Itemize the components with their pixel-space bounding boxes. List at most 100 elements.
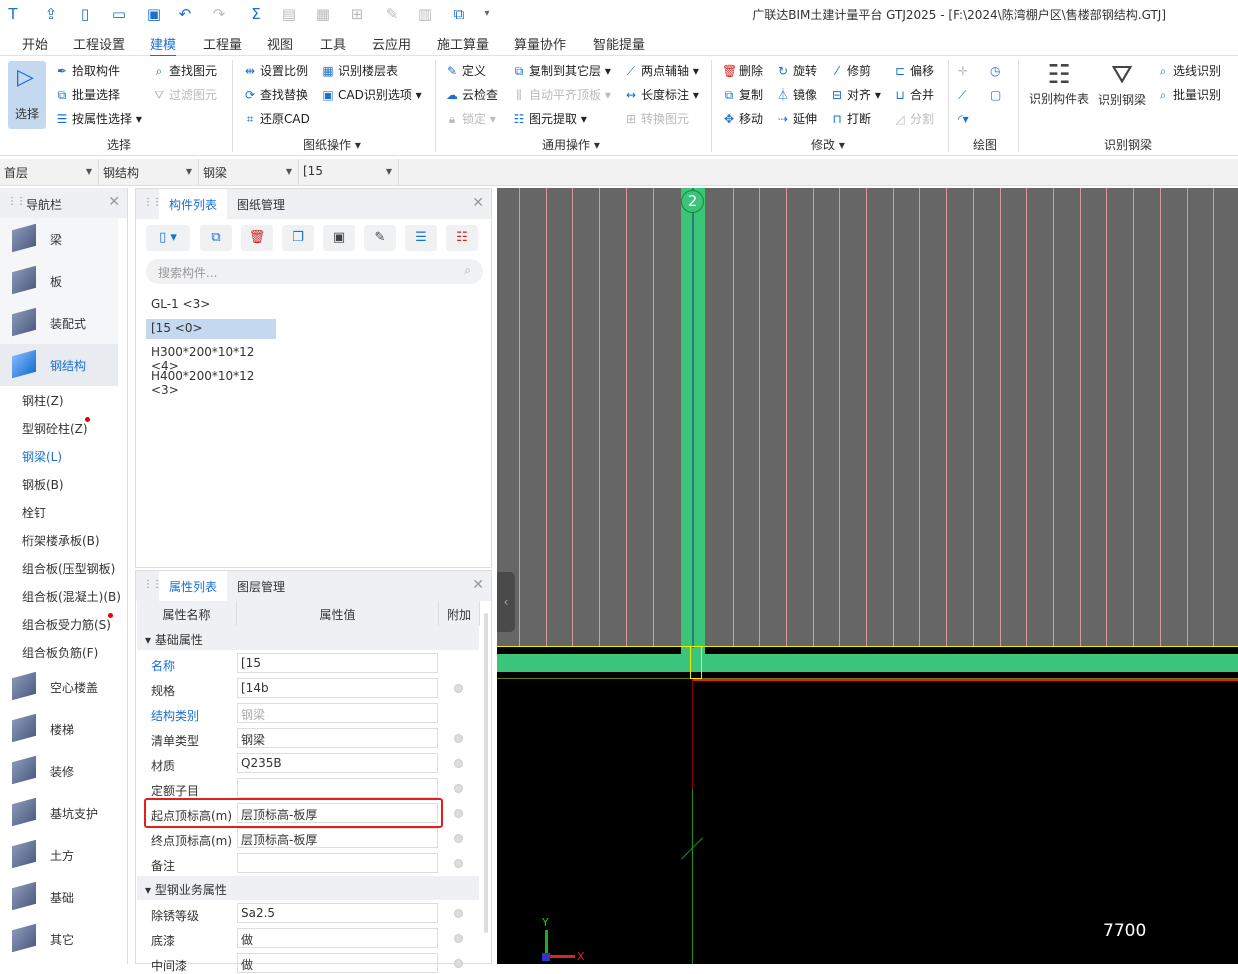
property-value-field[interactable]: [14b bbox=[237, 678, 438, 698]
tab-start[interactable]: 开始 bbox=[22, 34, 48, 53]
nav-subitem[interactable]: 组合板(压型钢板) bbox=[0, 554, 127, 582]
property-value-field[interactable]: 做 bbox=[237, 928, 438, 948]
select-button[interactable]: ▷ 选择 bbox=[8, 61, 46, 129]
cad-options-button[interactable]: ▣ CAD识别选项 ▾ bbox=[321, 87, 421, 103]
tab-collaboration[interactable]: 算量协作 bbox=[514, 34, 566, 53]
trim-button[interactable]: ⁄ 修剪 bbox=[830, 63, 871, 79]
identify-component-table-button[interactable]: ☷ 识别构件表 bbox=[1028, 60, 1090, 120]
nav-subitem[interactable]: 组合板受力筋(S) bbox=[0, 610, 127, 638]
property-value-field[interactable]: Q235B bbox=[237, 753, 438, 773]
identify-floor-table-button[interactable]: ▦ 识别楼层表 bbox=[321, 63, 398, 79]
tab-drawing-management[interactable]: 图纸管理 bbox=[227, 189, 295, 219]
nav-subitem[interactable]: 栓钉 bbox=[0, 498, 127, 526]
new-file-icon[interactable]: ▯ bbox=[76, 5, 94, 23]
extra-checkbox[interactable] bbox=[454, 759, 463, 768]
category-select[interactable]: 钢结构 ▼ bbox=[99, 159, 199, 185]
duplicate-button[interactable]: ❐ bbox=[282, 225, 314, 251]
nav-item[interactable]: 空心楼盖 bbox=[0, 666, 118, 708]
nav-subitem[interactable]: 钢梁(L) bbox=[0, 442, 127, 470]
more-icon[interactable]: ▾ bbox=[478, 5, 496, 23]
extra-checkbox[interactable] bbox=[454, 909, 463, 918]
property-value-field[interactable]: 钢梁 bbox=[237, 703, 438, 723]
move-button[interactable]: ✥ 移动 bbox=[722, 111, 763, 127]
save-template-button[interactable]: ▣ bbox=[323, 225, 355, 251]
redo-icon[interactable]: ↷ bbox=[210, 5, 228, 23]
undo-icon[interactable]: ↶ bbox=[176, 5, 194, 23]
tab-cloud[interactable]: 云应用 bbox=[372, 34, 411, 53]
section-header[interactable]: ▾ 基础属性 bbox=[137, 626, 479, 650]
select-line-identify-button[interactable]: ⌕ 选线识别 bbox=[1156, 63, 1221, 79]
tab-layer-management[interactable]: 图层管理 bbox=[227, 571, 295, 601]
point-icon[interactable]: ✛ bbox=[958, 63, 968, 79]
property-value-field[interactable]: Sa2.5 bbox=[237, 903, 438, 923]
list-item-selected[interactable]: [15 <0> bbox=[146, 319, 276, 339]
tab-component-list[interactable]: 构件列表 bbox=[159, 189, 228, 219]
extra-checkbox[interactable] bbox=[454, 834, 463, 843]
lock-button[interactable]: 🔒︎ 锁定 ▾ bbox=[445, 111, 496, 127]
close-icon[interactable]: ✕ bbox=[472, 195, 484, 211]
open-folder-icon[interactable]: ▭ bbox=[110, 5, 128, 23]
steel-beam-horizontal[interactable] bbox=[497, 654, 1238, 672]
two-point-axis-button[interactable]: ⟋ 两点辅轴 ▾ bbox=[624, 63, 699, 79]
convert-element-button[interactable]: ⊞ 转换图元 bbox=[624, 111, 689, 127]
list-item[interactable]: H400*200*10*12 <3> bbox=[146, 367, 276, 397]
align-button[interactable]: ⊟ 对齐 ▾ bbox=[830, 87, 881, 103]
tab-modeling[interactable]: 建模 bbox=[150, 34, 177, 57]
nav-item[interactable]: 楼梯 bbox=[0, 708, 118, 750]
save-icon[interactable]: ▣ bbox=[145, 5, 163, 23]
pen-icon[interactable]: ✎ bbox=[383, 5, 401, 23]
search-input[interactable]: 搜索构件... ⌕ bbox=[146, 259, 483, 284]
tab-construction[interactable]: 施工算量 bbox=[437, 34, 489, 53]
split-button[interactable]: ◿ 分割 bbox=[893, 111, 934, 127]
nav-item[interactable]: 梁 bbox=[0, 218, 118, 260]
property-value-field[interactable] bbox=[237, 853, 438, 873]
tab-project-settings[interactable]: 工程设置 bbox=[73, 34, 125, 53]
batch-identify-button[interactable]: ⌕ 批量识别 bbox=[1156, 87, 1221, 103]
type-select[interactable]: 钢梁 ▼ bbox=[199, 159, 299, 185]
tab-view[interactable]: 视图 bbox=[267, 34, 293, 53]
extra-checkbox[interactable] bbox=[454, 809, 463, 818]
set-scale-button[interactable]: ⇹ 设置比例 bbox=[243, 63, 308, 79]
copy-component-button[interactable]: ⧉ bbox=[200, 225, 232, 251]
table-icon[interactable]: ▦ bbox=[314, 5, 332, 23]
property-value-field[interactable]: 层顶标高-板厚 bbox=[237, 828, 438, 848]
define-button[interactable]: ✎ 定义 bbox=[445, 63, 486, 79]
extra-checkbox[interactable] bbox=[454, 859, 463, 868]
nav-item[interactable]: 板 bbox=[0, 260, 118, 302]
nav-subitem[interactable]: 桁架楼承板(B) bbox=[0, 526, 127, 554]
nav-item[interactable]: 装修 bbox=[0, 750, 118, 792]
section-header[interactable]: ▾ 型钢业务属性 bbox=[137, 876, 479, 900]
select-by-attribute-button[interactable]: ☰ 按属性选择 ▾ bbox=[55, 111, 142, 127]
scrollbar[interactable] bbox=[484, 613, 488, 933]
new-component-button[interactable]: ▯ ▾ bbox=[146, 225, 190, 251]
close-icon[interactable]: ✕ bbox=[472, 577, 484, 593]
break-button[interactable]: ⊓ 打断 bbox=[830, 111, 871, 127]
upload-icon[interactable]: ⇪ bbox=[42, 5, 60, 23]
cloud-check-button[interactable]: ☁ 云检查 bbox=[445, 87, 498, 103]
drag-handle-icon[interactable]: ⋮⋮ bbox=[7, 196, 26, 207]
nav-item[interactable]: 基坑支护 bbox=[0, 792, 118, 834]
component-select[interactable]: [15 ▼ bbox=[299, 159, 399, 185]
nav-item[interactable]: 土方 bbox=[0, 834, 118, 876]
find-replace-button[interactable]: ⟳ 查找替换 bbox=[243, 87, 308, 103]
tab-tools[interactable]: 工具 bbox=[320, 34, 346, 53]
list-view-button[interactable]: ☰ bbox=[405, 225, 437, 251]
mirror-button[interactable]: ⏃ 镜像 bbox=[776, 87, 817, 103]
nav-subitem[interactable]: 钢板(B) bbox=[0, 470, 127, 498]
filter-element-button[interactable]: ⛛ 过滤图元 bbox=[152, 87, 217, 103]
list-item[interactable]: H300*200*10*12 <4> bbox=[146, 343, 276, 373]
property-value-field[interactable]: [15 bbox=[237, 653, 438, 673]
list-item[interactable]: GL-1 <3> bbox=[146, 295, 276, 315]
property-value-field[interactable]: 钢梁 bbox=[237, 728, 438, 748]
collapse-panel-button[interactable]: ‹ bbox=[497, 572, 515, 632]
app-logo-icon[interactable]: T bbox=[4, 5, 22, 23]
report-icon[interactable]: ▤ bbox=[280, 5, 298, 23]
nav-subitem[interactable]: 钢柱(Z) bbox=[0, 386, 127, 414]
arc-icon[interactable]: ◜▾ bbox=[958, 111, 969, 127]
nav-item[interactable]: 其它 bbox=[0, 918, 118, 960]
tab-quantity[interactable]: 工程量 bbox=[203, 34, 242, 53]
extra-checkbox[interactable] bbox=[454, 684, 463, 693]
ruler-icon[interactable]: ▥ bbox=[416, 5, 434, 23]
extract-element-button[interactable]: ☷ 图元提取 ▾ bbox=[512, 111, 587, 127]
nav-subitem[interactable]: 组合板(混凝土)(B) bbox=[0, 582, 127, 610]
